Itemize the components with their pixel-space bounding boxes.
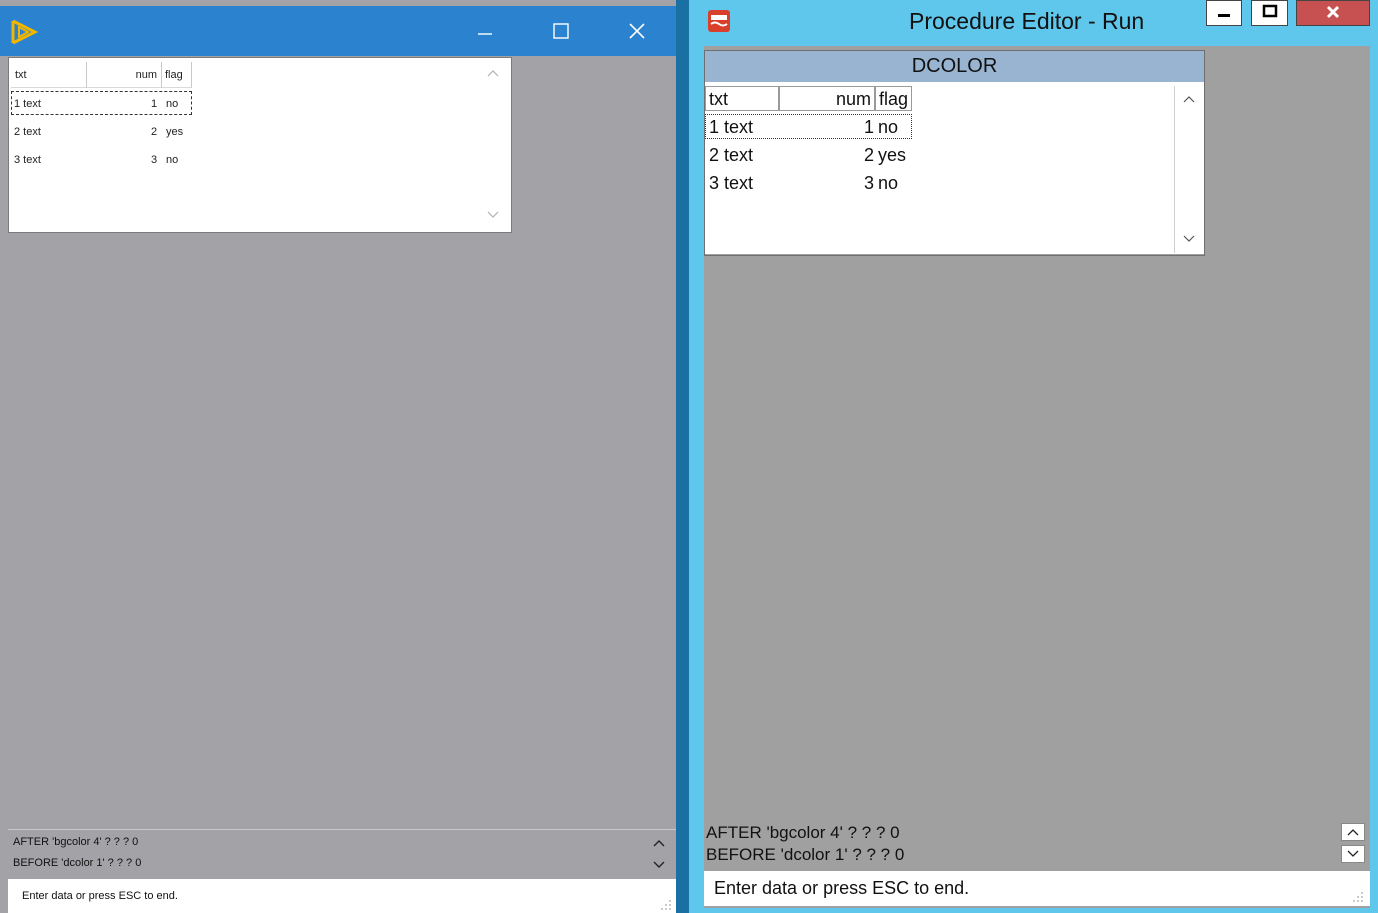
maximize-button[interactable] xyxy=(536,6,586,56)
left-title-bar[interactable] xyxy=(0,6,676,56)
maximize-button[interactable] xyxy=(1251,0,1288,26)
minimize-button[interactable] xyxy=(1206,0,1242,26)
close-button[interactable] xyxy=(1296,0,1370,26)
minimize-icon xyxy=(478,33,492,35)
right-message-area: AFTER 'bgcolor 4' ? ? ? 0 BEFORE 'dcolor… xyxy=(704,820,1370,868)
cell-txt: 1 text xyxy=(14,98,41,110)
scroll-down-button[interactable] xyxy=(1341,845,1365,863)
cell-num: 2 xyxy=(864,145,875,165)
cell-txt: 3 text xyxy=(709,173,754,193)
resize-grip-icon[interactable] xyxy=(660,899,672,911)
cell-txt: 3 text xyxy=(14,154,41,166)
scroll-down-icon[interactable] xyxy=(651,858,667,872)
scroll-up-icon[interactable] xyxy=(485,66,501,80)
left-message-area: AFTER 'bgcolor 4' ? ? ? 0 BEFORE 'dcolor… xyxy=(8,829,676,878)
cell-flag: no xyxy=(878,117,899,137)
status-text: Enter data or press ESC to end. xyxy=(714,878,970,898)
maximize-icon xyxy=(553,23,569,39)
maximize-icon xyxy=(1262,4,1277,18)
message-line: AFTER 'bgcolor 4' ? ? ? 0 xyxy=(706,823,900,842)
cell-num: 1 xyxy=(864,117,875,137)
column-header-txt[interactable]: txt xyxy=(11,62,87,88)
window-title: Procedure Editor - Run xyxy=(909,8,1145,34)
scroll-up-icon[interactable] xyxy=(1181,92,1197,106)
cell-flag: no xyxy=(166,98,179,110)
close-button[interactable] xyxy=(612,6,662,56)
column-header-num[interactable]: num xyxy=(87,62,162,88)
cell-flag: no xyxy=(878,173,899,193)
play-triangle-icon xyxy=(11,19,38,45)
scroll-down-icon xyxy=(1347,850,1359,857)
left-status-input[interactable]: Enter data or press ESC to end. xyxy=(8,879,676,913)
column-header-num[interactable]: num xyxy=(779,86,875,111)
scroll-up-button[interactable] xyxy=(1341,823,1365,841)
app-logo-icon xyxy=(708,10,730,32)
column-header-flag[interactable]: flag xyxy=(875,86,912,111)
desktop-background xyxy=(676,0,689,913)
cell-txt: 2 text xyxy=(709,145,754,165)
vertical-scrollbar[interactable] xyxy=(1174,86,1203,253)
cell-flag: yes xyxy=(878,145,907,165)
message-line: BEFORE 'dcolor 1' ? ? ? 0 xyxy=(706,845,905,864)
cell-flag: yes xyxy=(166,126,184,138)
cell-txt: 2 text xyxy=(14,126,41,138)
cell-txt: 1 text xyxy=(709,117,754,137)
minimize-button[interactable] xyxy=(460,6,510,56)
scroll-down-icon[interactable] xyxy=(485,208,501,222)
cell-num: 3 xyxy=(151,154,158,166)
column-header-txt[interactable]: txt xyxy=(705,86,779,111)
right-status-input[interactable]: Enter data or press ESC to end. xyxy=(704,871,1370,906)
cell-num: 1 xyxy=(151,98,158,110)
resize-grip-icon[interactable] xyxy=(1352,891,1364,903)
scroll-down-icon[interactable] xyxy=(1181,232,1197,246)
column-header-flag[interactable]: flag xyxy=(162,62,192,88)
message-line: AFTER 'bgcolor 4' ? ? ? 0 xyxy=(13,836,139,848)
cell-num: 2 xyxy=(151,126,158,138)
frame-title: DCOLOR xyxy=(705,51,1204,82)
cell-flag: no xyxy=(166,154,179,166)
close-icon xyxy=(1326,5,1340,19)
status-text: Enter data or press ESC to end. xyxy=(22,890,178,902)
scroll-up-icon xyxy=(1347,829,1359,836)
minimize-icon xyxy=(1218,14,1230,17)
scroll-up-icon[interactable] xyxy=(651,836,667,850)
left-browse-grid[interactable]: txt num flag 1 text 1 no 2 text 2 yes 3 … xyxy=(8,57,512,233)
close-icon xyxy=(629,23,645,39)
cell-num: 3 xyxy=(864,173,875,193)
right-title-bar[interactable]: Procedure Editor - Run xyxy=(689,0,1378,46)
message-line: BEFORE 'dcolor 1' ? ? ? 0 xyxy=(13,857,142,869)
